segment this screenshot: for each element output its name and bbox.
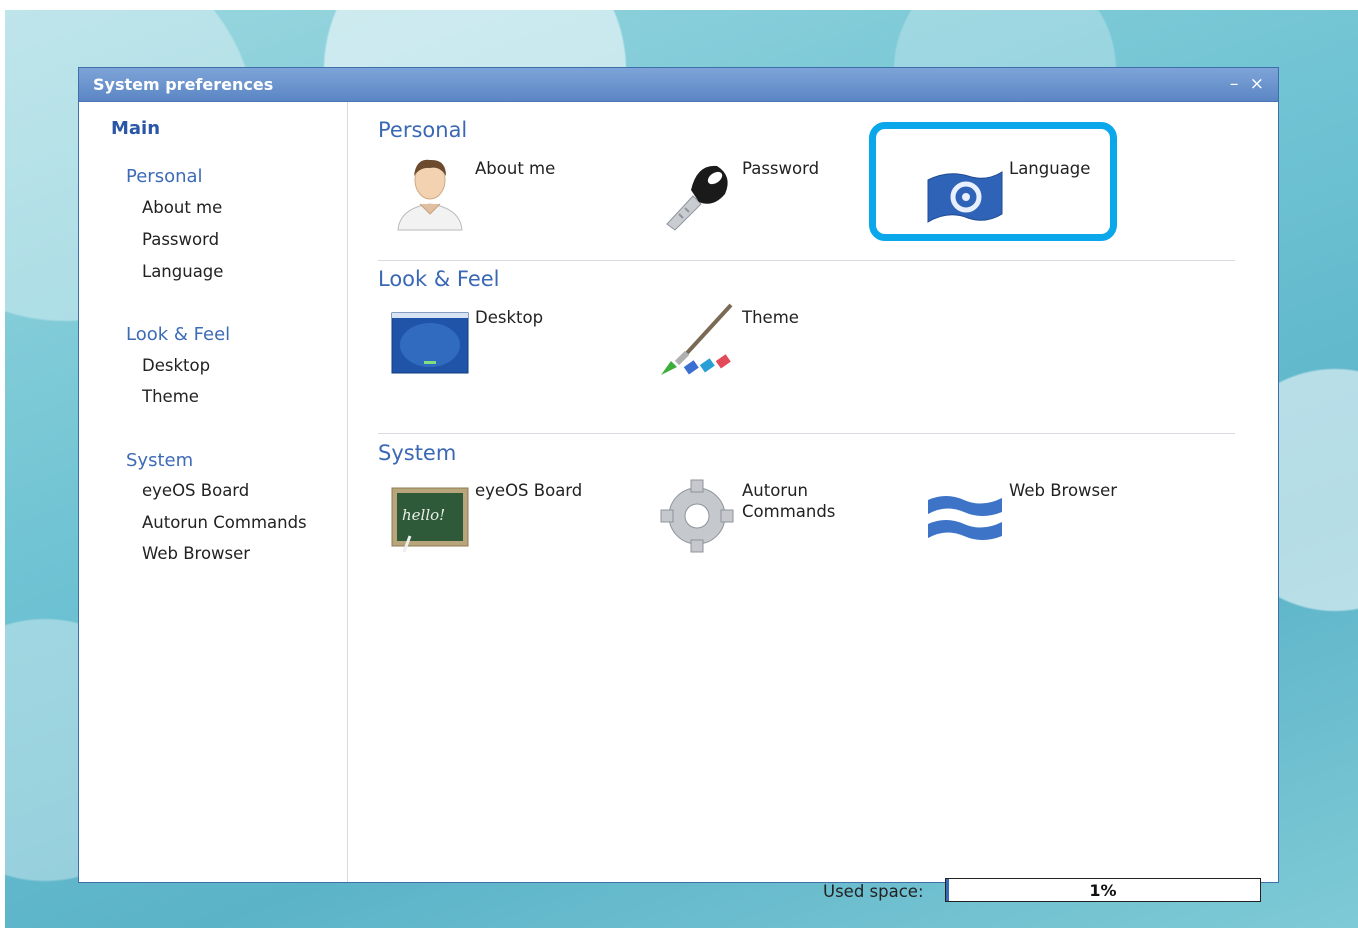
section-divider (378, 433, 1235, 434)
close-button[interactable]: × (1250, 74, 1264, 94)
tile-label: Web Browser (1009, 481, 1118, 500)
sidebar-item-about-me[interactable]: About me (142, 198, 222, 217)
chalkboard-icon: hello! (391, 487, 469, 553)
tile-eyeos-board[interactable]: hello! eyeOS Board (378, 464, 608, 554)
sidebar-item-language[interactable]: Language (142, 262, 223, 281)
sidebar-item-web-browser[interactable]: Web Browser (142, 544, 250, 563)
paintbrush-icon (661, 303, 733, 375)
tile-label: eyeOS Board (475, 481, 583, 500)
tile-autorun-commands[interactable]: Autorun Commands (645, 464, 875, 554)
sidebar-item-password[interactable]: Password (142, 230, 219, 249)
window-controls: – × (1224, 74, 1264, 94)
sidebar: Main Personal About me Password Language… (79, 102, 348, 882)
tile-label: About me (475, 159, 556, 178)
highlight-box (869, 122, 1117, 241)
sidebar-item-eyeos-board[interactable]: eyeOS Board (142, 481, 249, 500)
system-preferences-window: System preferences – × Main Personal Abo… (78, 67, 1279, 902)
tile-web-browser[interactable]: Web Browser (912, 464, 1142, 554)
tile-password[interactable]: Password (645, 142, 875, 232)
tile-label: Password (742, 159, 820, 178)
tile-desktop[interactable]: Desktop (378, 291, 608, 381)
used-space-percent: 1% (1089, 881, 1117, 900)
section-title-personal: Personal (378, 118, 468, 142)
window-title: System preferences (93, 75, 274, 94)
content-panel: Personal About me Password Language Look… (348, 102, 1278, 902)
tile-label: Theme (742, 308, 799, 327)
section-divider (378, 260, 1235, 261)
svg-text:hello!: hello! (402, 506, 445, 524)
sidebar-heading-system[interactable]: System (126, 450, 193, 471)
sidebar-main[interactable]: Main (111, 118, 160, 139)
sidebar-item-autorun-commands[interactable]: Autorun Commands (142, 513, 307, 532)
sidebar-heading-look-feel[interactable]: Look & Feel (126, 324, 230, 345)
tile-theme[interactable]: Theme (645, 291, 875, 381)
used-space-indicator: Used space: 1% (823, 878, 1268, 906)
used-space-progress-bar: 1% (945, 878, 1261, 902)
minimize-button[interactable]: – (1230, 74, 1239, 94)
waves-icon (928, 496, 1002, 540)
tile-label: Desktop (475, 308, 544, 327)
gear-icon (660, 479, 734, 553)
sidebar-heading-personal[interactable]: Personal (126, 166, 203, 187)
sidebar-item-theme[interactable]: Theme (142, 387, 199, 406)
section-title-look-feel: Look & Feel (378, 267, 500, 291)
window-titlebar[interactable]: System preferences – × (79, 68, 1278, 102)
sidebar-item-desktop[interactable]: Desktop (142, 356, 210, 375)
section-title-system: System (378, 441, 457, 465)
user-icon (397, 159, 463, 231)
desktop-icon (391, 312, 469, 374)
key-icon (666, 165, 728, 231)
used-space-label: Used space: (823, 882, 924, 901)
tile-about-me[interactable]: About me (378, 142, 608, 232)
tile-label: Autorun Commands (742, 481, 836, 521)
